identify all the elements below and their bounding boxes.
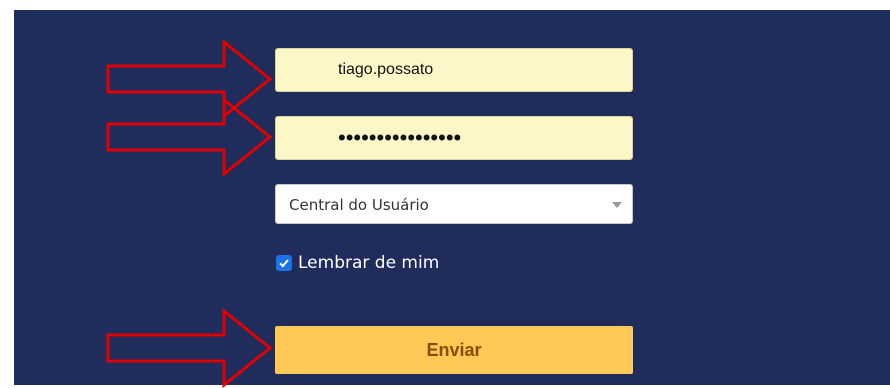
remember-me[interactable]: Lembrar de mim	[276, 252, 439, 274]
annotation-arrow-icon	[106, 97, 273, 177]
submit-button[interactable]: Enviar	[275, 326, 633, 374]
profile-select-value: Central do Usuário	[289, 196, 429, 214]
annotation-arrow-icon	[106, 308, 273, 388]
remember-me-label: Lembrar de mim	[298, 253, 440, 273]
chevron-down-icon	[612, 202, 622, 208]
username-field[interactable]	[275, 48, 633, 92]
username-input[interactable]	[276, 49, 632, 91]
profile-select[interactable]: Central do Usuário	[275, 184, 633, 224]
checkmark-icon	[279, 259, 289, 268]
password-input[interactable]	[276, 117, 632, 159]
password-field[interactable]	[275, 116, 633, 160]
remember-me-checkbox[interactable]	[276, 255, 292, 271]
